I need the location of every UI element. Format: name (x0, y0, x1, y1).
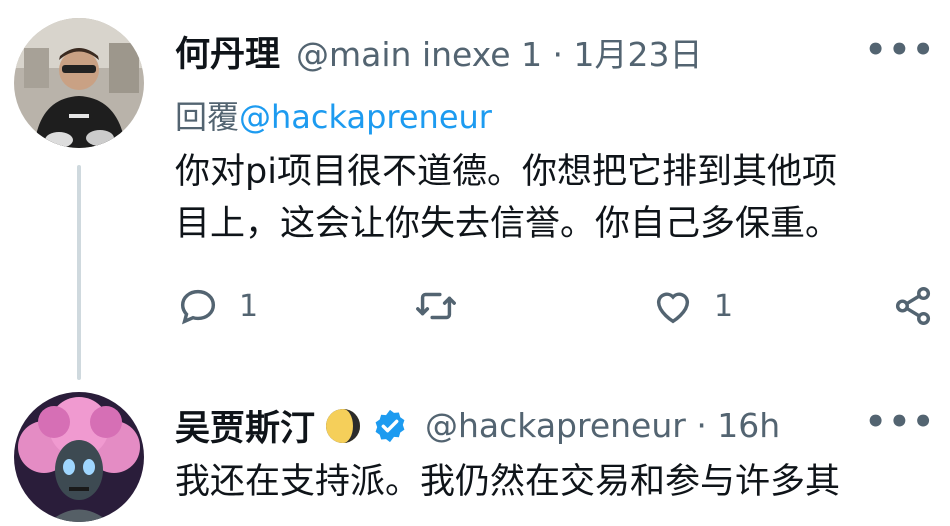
tweet-1-header: 何丹理 @main inexe 1 · 1月23日 (175, 26, 703, 77)
reply-icon (180, 289, 216, 325)
reply-handle-link[interactable]: @hackapreneur (239, 98, 492, 136)
tweet-1: 何丹理 @main inexe 1 · 1月23日 ••• 回覆@hackapr… (0, 0, 950, 380)
reply-label: 回覆 (175, 98, 240, 136)
tweet-2: 吴贾斯汀 @hackapreneur · 16h ••• 我还在支持派。我仍然在… (0, 380, 950, 526)
share-button[interactable] (890, 283, 936, 329)
moon-icon (326, 408, 361, 443)
tweet-2-body: 我还在支持派。我仍然在交易和参与许多其 (175, 456, 935, 508)
replying-to: 回覆@hackapreneur (175, 92, 492, 138)
thread-line (77, 165, 81, 380)
author-handle-time-2[interactable]: @hackapreneur · 16h (425, 406, 780, 445)
like-count: 1 (714, 288, 734, 324)
tweet-1-body-line-1: 你对pi项目很不道德。你想把它排到其他项 (175, 152, 837, 192)
avatar-tweet-1[interactable] (14, 18, 144, 148)
tweet-1-actions: 1 1 (175, 283, 935, 335)
retweet-icon (416, 292, 456, 320)
more-icon-2[interactable]: ••• (865, 402, 936, 442)
verified-icon (375, 409, 405, 442)
like-icon (656, 292, 690, 324)
retweet-button[interactable] (413, 283, 459, 329)
tweet-2-body-line-1: 我还在支持派。我仍然在交易和参与许多其 (175, 462, 841, 502)
tweet-1-body-line-2: 目上，这会让你失去信誉。你自己多保重。 (175, 204, 841, 244)
like-button[interactable]: 1 (650, 283, 733, 329)
share-icon (895, 287, 931, 325)
author-name-2[interactable]: 吴贾斯汀 (175, 400, 315, 451)
avatar-tweet-2[interactable] (14, 392, 144, 522)
more-icon[interactable]: ••• (865, 30, 936, 70)
reply-button[interactable]: 1 (175, 283, 258, 329)
tweet-1-body: 你对pi项目很不道德。你想把它排到其他项 目上，这会让你失去信誉。你自己多保重。 (175, 146, 935, 250)
reply-count: 1 (239, 288, 259, 324)
author-handle-time[interactable]: @main inexe 1 · 1月23日 (296, 28, 703, 76)
author-name[interactable]: 何丹理 (175, 26, 280, 77)
tweet-2-header: 吴贾斯汀 @hackapreneur · 16h (175, 400, 780, 451)
